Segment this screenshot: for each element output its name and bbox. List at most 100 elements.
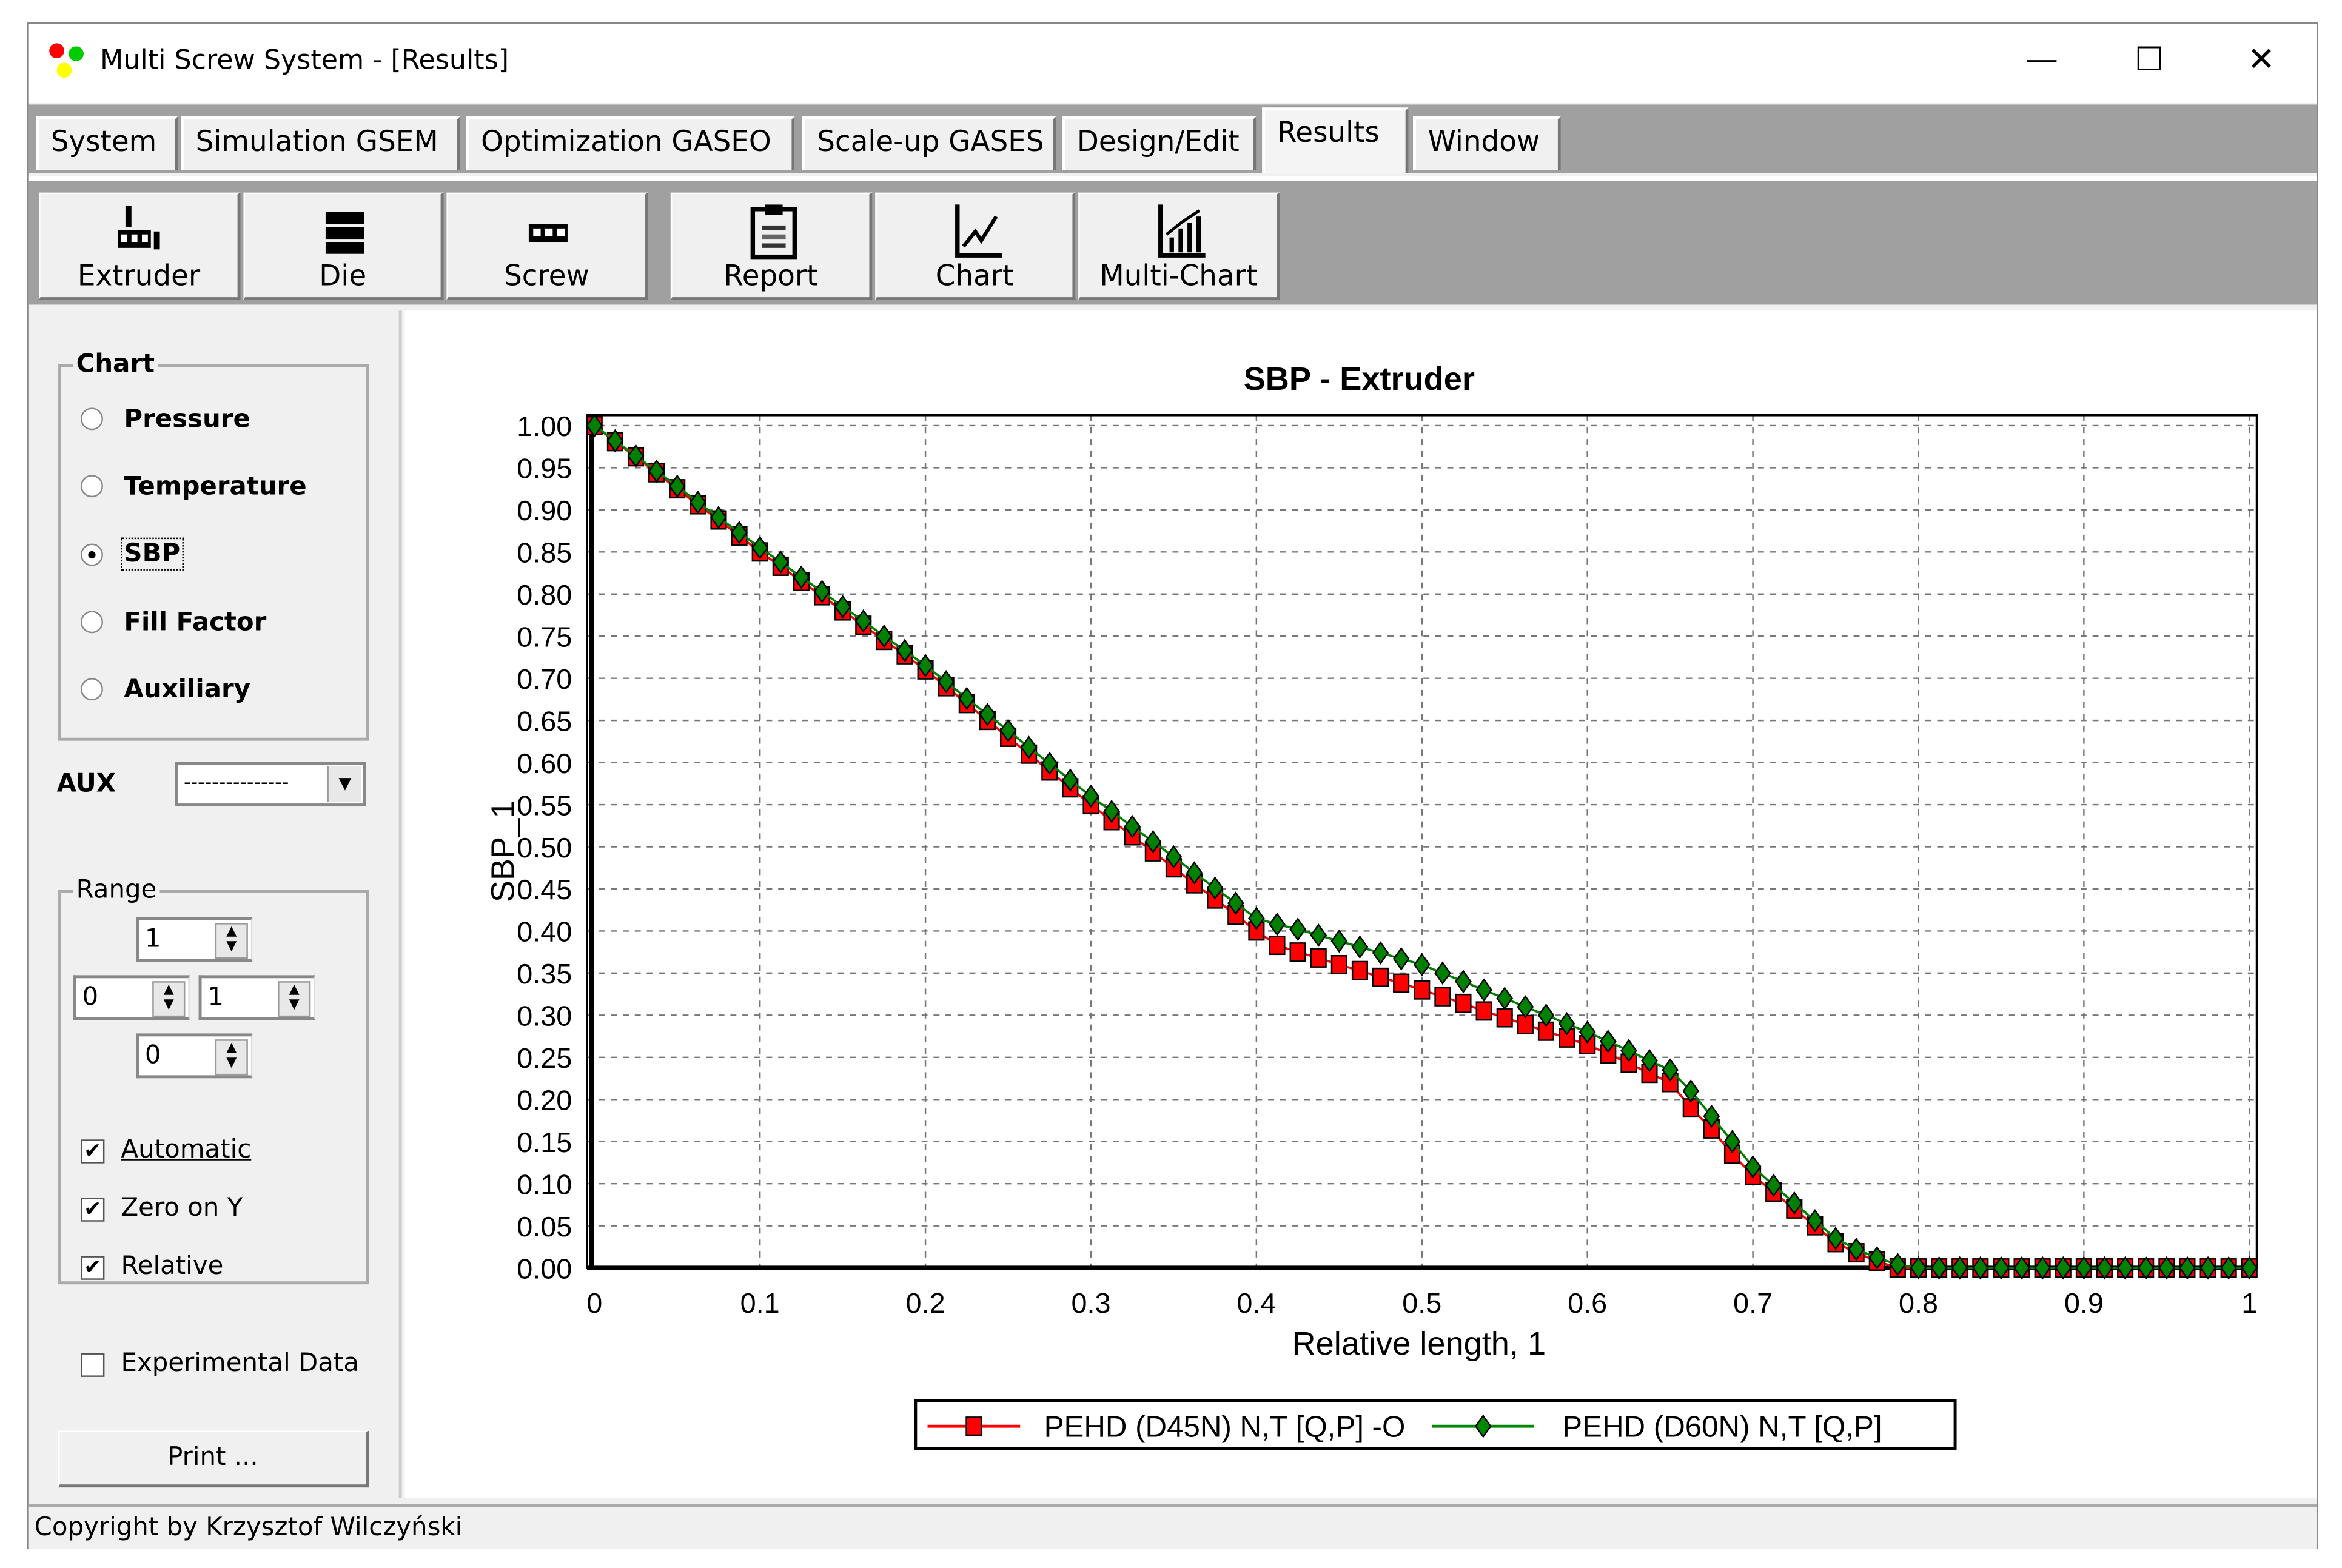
zero-on-y-label[interactable]: Zero on Y [121,1193,243,1223]
report-label: Report [723,260,818,293]
plot-frame [586,414,2258,1269]
tab-system[interactable]: System [36,116,178,170]
menu-tabs: System Simulation GSEM Optimization GASE… [28,104,2317,173]
sbp-chart: SBP - Extruder 0.000.050.100.150.200.250… [485,361,2258,1450]
clipboard-icon [750,204,797,260]
app-window: Multi Screw System - [Results] — ☐ ✕ Sys… [27,22,2318,1549]
chart-button[interactable]: Chart [875,192,1076,301]
relative-checkbox[interactable]: ✔ [81,1256,105,1280]
minimize-button[interactable]: — [2012,39,2072,84]
y-tick-label: 0.70 [517,663,572,695]
close-button[interactable]: ✕ [2232,39,2292,84]
range-bottom-value: 0 [144,1040,161,1071]
app-logo-icon [49,43,84,78]
data-point-diamond [1475,978,1492,1002]
sbp-label[interactable]: SBP [121,537,184,571]
range-top-stepper[interactable]: 1 ▲ ▼ [136,917,253,962]
fill-factor-label[interactable]: Fill Factor [124,608,266,637]
temperature-label[interactable]: Temperature [124,472,306,501]
range-group-title: Range [73,875,160,905]
y-tick-label: 0.55 [517,789,572,821]
data-point-square [1414,980,1431,1000]
stepper-arrows-icon[interactable]: ▲ ▼ [278,981,311,1017]
fill-factor-radio[interactable] [81,611,103,634]
line-chart-icon [955,204,1002,258]
stepper-arrows-icon[interactable]: ▲ ▼ [215,923,248,959]
pressure-label[interactable]: Pressure [124,404,250,434]
x-tick-labels: 0 0.1 0.2 0.3 0.4 0.5 0.6 0.7 0.8 0.9 1 [586,1287,2257,1319]
data-point-square [1330,954,1347,975]
range-right-stepper[interactable]: 1 ▲ ▼ [198,975,315,1020]
stepper-arrows-icon[interactable]: ▲ ▼ [152,981,186,1017]
automatic-label[interactable]: Automatic [121,1135,252,1165]
chart-options-panel: Chart Pressure Temperature SBP Fill Fact… [34,310,402,1498]
aux-dropdown-value: --------------- [183,772,289,795]
aux-label: AUX [56,769,116,799]
y-tick-labels: 0.00 0.05 0.10 0.15 0.20 0.25 0.30 0.35 0.40 0.45… [517,410,572,1284]
x-tick-label: 0.4 [1236,1287,1276,1319]
tab-design-edit[interactable]: Design/Edit [1062,116,1257,170]
print-button[interactable]: Print ... [58,1430,369,1488]
auxiliary-radio[interactable] [81,678,103,701]
y-axis-label: SBP_1 [485,800,521,903]
sbp-radio[interactable] [81,543,103,566]
y-tick-label: 0.45 [517,874,572,905]
title-bar: Multi Screw System - [Results] — ☐ ✕ [28,24,2317,103]
data-point-diamond [1455,970,1472,994]
aux-dropdown[interactable]: --------------- ▼ [175,762,366,807]
y-tick-label: 0.40 [517,916,572,948]
copyright-text: Copyright by Krzysztof Wilczyński [34,1513,463,1543]
y-tick-label: 0.15 [517,1127,572,1158]
y-tick-label: 0.80 [517,579,572,611]
range-bottom-stepper[interactable]: 0 ▲ ▼ [136,1033,253,1079]
data-point-square [1434,987,1451,1007]
die-label: Die [319,260,367,293]
pressure-radio[interactable] [81,407,103,431]
data-point-diamond [1517,995,1534,1019]
experimental-data-checkbox[interactable] [81,1353,105,1377]
temperature-radio[interactable] [81,475,103,498]
tab-window[interactable]: Window [1412,116,1561,170]
range-right-value: 1 [207,982,224,1013]
zero-on-y-checkbox[interactable]: ✔ [81,1198,105,1222]
y-tick-label: 0.05 [517,1211,572,1242]
chevron-down-icon[interactable]: ▼ [327,766,362,802]
relative-label[interactable]: Relative [121,1251,224,1281]
x-tick-label: 0.7 [1733,1287,1773,1319]
multi-chart-label: Multi-Chart [1099,260,1258,293]
x-tick-label: 0.6 [1568,1287,1607,1319]
die-button[interactable]: Die [243,192,444,301]
y-tick-label: 0.75 [517,621,572,652]
extruder-button[interactable]: Extruder [39,192,241,301]
y-tick-label: 0.95 [517,453,572,484]
status-bar: Copyright by Krzysztof Wilczyński [28,1504,2317,1549]
tab-optimization-gaseo[interactable]: Optimization GASEO [466,116,795,170]
y-tick-label: 0.50 [517,832,572,863]
y-tick-label: 0.10 [517,1168,572,1200]
legend-marker-square [965,1416,982,1436]
y-tick-label: 0.30 [517,1000,572,1032]
data-point-diamond [1330,929,1348,953]
x-tick-label: 1 [2241,1287,2257,1319]
tab-simulation-gsem[interactable]: Simulation GSEM [181,116,460,170]
multi-chart-button[interactable]: Multi-Chart [1078,192,1280,301]
x-tick-label: 0.9 [2064,1287,2104,1319]
range-left-stepper[interactable]: 0 ▲ ▼ [73,975,190,1020]
chart-label: Chart [935,260,1014,293]
automatic-checkbox[interactable]: ✔ [81,1139,105,1164]
legend: PEHD (D45N) N,T [Q,P] -O PEHD (D60N) N,T… [914,1399,1957,1450]
stepper-arrows-icon[interactable]: ▲ ▼ [215,1039,248,1076]
data-point-diamond [1372,941,1389,965]
tab-scale-up-gases[interactable]: Scale-up GASES [802,116,1056,170]
screw-button[interactable]: Screw [446,192,648,301]
maximize-button[interactable]: ☐ [2119,39,2179,84]
y-tick-label: 0.25 [517,1042,572,1074]
chart-group-title: Chart [73,349,158,380]
experimental-data-label[interactable]: Experimental Data [121,1349,360,1378]
auxiliary-label[interactable]: Auxiliary [124,675,250,705]
extruder-label: Extruder [77,260,201,293]
grid [586,415,2257,1268]
report-button[interactable]: Report [670,192,873,301]
tab-results[interactable]: Results [1262,107,1409,173]
x-tick-label: 0.8 [1899,1287,1938,1319]
